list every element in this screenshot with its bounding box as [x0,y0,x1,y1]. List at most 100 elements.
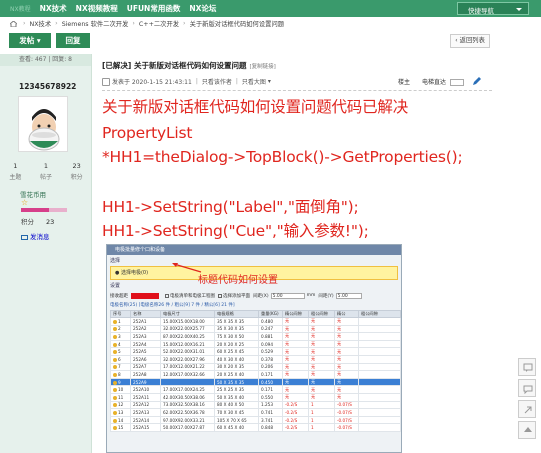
table-cell: 30 X 20 X 35 [214,362,259,372]
table-cell: 15.00X15.00X18.00 [160,317,215,326]
table-cell: 0.529 [258,347,283,356]
side-share-button[interactable] [518,400,536,418]
post-meta: 发表于 2020-1-15 21:43:11 | 只看该作者 | 只看大图 ▾ [102,77,271,86]
table-row: 9 252A9 50 X 35 X 35 0.450 无无无 [110,377,401,387]
chevron-down-icon: ▾ [267,78,271,85]
electrode-icon [113,426,117,431]
table-cell: 4 [110,339,131,349]
unit-label: mm [306,293,316,298]
table-cell: 无 [334,362,359,372]
post-line-2: PropertyList [102,124,193,142]
table-cell: 14 [110,415,131,425]
table-row: 11 252A11 42.00X30.50X38.06 50 X 35 X 40 0.5… [110,392,401,402]
table-row: 2 252A2 32.00X22.00X25.77 35 X 30 X 35 0.247… [110,324,401,334]
side-comment-button[interactable] [518,379,536,397]
table-cell: 252A13 [130,408,161,417]
electrode-icon [113,388,117,393]
table-cell: 252A8 [130,370,161,379]
table-cell: 0.378 [258,354,283,364]
electrode-icon [113,395,117,400]
nav-item-nx-tech[interactable]: NX技术 [40,3,67,14]
stat-points[interactable]: 23 积分 [71,162,83,181]
table-cell: 50 X 35 X 35 [214,377,259,387]
copy-link[interactable]: [复制链接] [249,64,275,70]
electrode-icon [113,342,117,347]
avatar[interactable] [18,96,68,152]
chevron-down-icon: ▾ [36,36,41,45]
table-row: 4 252A4 15.00X12.00X16.21 20 X 20 X 25 0.094… [110,339,401,349]
table-cell: 无 [334,392,359,402]
table-cell: 无 [282,354,309,364]
nav-item-nx-forum[interactable]: NX论坛 [189,3,216,14]
table-cell: 无 [308,324,335,334]
breadcrumb-item[interactable]: 关于新版对话框代码如何设置问题 [190,19,284,28]
nav-item-nx-tutorial[interactable]: NX教程 [10,4,31,13]
table-cell: 20 X 25 X 40 [214,370,259,379]
stat-topics[interactable]: 1 主题 [9,162,21,181]
reply-button[interactable]: 回复 [56,33,90,48]
back-to-list-button[interactable]: ‹ 返回列表 [450,34,490,48]
annotation-text: 标题代码如何设置 [198,275,278,286]
breadcrumb-item[interactable]: C++二次开发 [139,19,179,28]
table-cell [358,339,401,349]
author-name[interactable]: 12345678922 [19,82,91,91]
stat-posts[interactable]: 1 帖子 [40,162,52,181]
table-cell: 7 [110,362,131,372]
table-cell: 50.00X17.00X27.87 [160,423,215,432]
table-header-cell: 电极尺寸 [160,310,215,318]
arrow-up-icon [524,427,532,432]
side-reply-button[interactable] [518,358,536,376]
table-cell: 0.171 [258,370,283,379]
electrode-icon [113,372,117,377]
side-top-button[interactable] [518,421,536,439]
star-icon: ☆ [21,198,29,207]
table-cell: 无 [282,370,309,379]
user-icon [102,77,110,86]
table-cell: 252A15 [130,423,161,432]
post-line-3: *HH1=theDialog->TopBlock()->GetPropertie… [102,148,463,166]
quick-navigation-button[interactable]: 快捷导航 [457,2,529,15]
table-cell: 0.171 [258,385,283,394]
table-cell: 32.00X22.00X27.96 [160,354,215,364]
breadcrumb-item[interactable]: Siemens 软件二次开发 [62,19,129,28]
table-cell: 252A4 [130,339,161,349]
table-cell: -0.07/S [334,423,359,432]
share-icon [524,406,532,414]
table-cell: 75 X 30 X 50 [214,332,259,341]
table-header-cell: 粗公间隙 [308,310,335,318]
author-only-link[interactable]: 只看该作者 [202,77,232,86]
electrode-icon [113,319,117,324]
table-cell: 252A10 [130,385,161,394]
table-cell: 1 [308,408,335,417]
table-cell: 252A6 [130,354,161,364]
table-cell: 50 X 35 X 40 [214,392,259,402]
table-header-cell: 序号 [110,310,131,318]
table-cell: 15 [110,423,131,432]
table-cell: 11 [110,392,131,402]
table-header-cell: 精公间隙 [282,310,309,318]
electrode-icon [113,403,117,408]
table-cell: 70 X 30 X 45 [214,408,259,417]
edit-pen-icon[interactable] [472,76,482,86]
post-button[interactable]: 发帖 ▾ [9,33,51,48]
nav-item-ufun[interactable]: UFUN常用函数 [127,3,181,14]
post-line-5: HH1->SetString("Cue","输入参数!"); [102,222,369,240]
table-header-cell: 精公 [334,310,359,318]
floor-jump-input[interactable] [449,79,464,86]
big-image-link[interactable]: 只看大图 [242,77,266,86]
table-cell: 252A11 [130,392,161,402]
settings-row: 接收超距 电极清单和电极工程图 选择添加平面 间距(X) 5.00 mm 间距(… [110,291,398,300]
table-cell: 0.848 [258,423,283,432]
home-icon[interactable] [9,19,18,27]
section-select: 选择 [110,258,121,264]
send-message-link[interactable]: 发消息 [21,231,50,241]
table-cell: 62.00X22.50X36.78 [160,408,215,417]
table-cell: 无 [334,347,359,356]
nav-item-nx-video[interactable]: NX视频教程 [76,3,118,14]
table-cell: 1 [308,400,335,410]
breadcrumb-item[interactable]: NX技术 [30,19,52,28]
table-cell: 无 [334,317,359,326]
table-cell [358,423,401,432]
table-cell: 35 X 30 X 35 [214,324,259,334]
table-cell: 无 [308,347,335,356]
